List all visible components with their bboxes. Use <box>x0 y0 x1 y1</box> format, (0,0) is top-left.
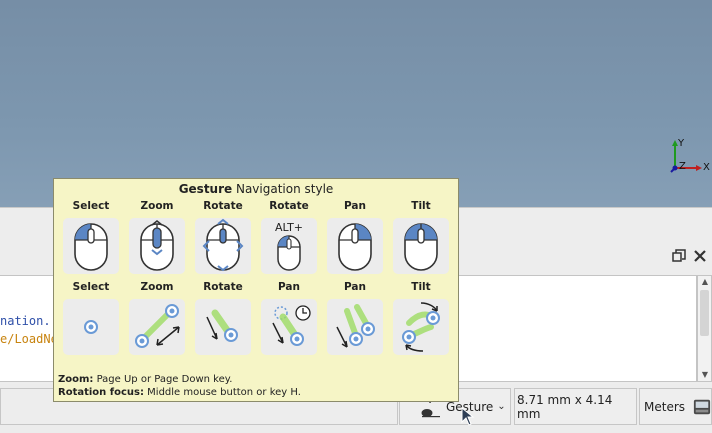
close-icon[interactable] <box>692 248 708 264</box>
mouse-label-tilt: Tilt <box>411 200 431 212</box>
mouse-wheel-scroll-icon <box>129 218 185 274</box>
mouse-cursor-icon <box>461 407 475 426</box>
zoom-help-key: Zoom: <box>58 374 94 385</box>
touch-label-select: Select <box>72 281 110 293</box>
mouse-label-zoom: Zoom <box>140 200 174 212</box>
scroll-down-icon[interactable]: ▼ <box>700 370 710 380</box>
mouse-label-rotate-alt: Rotate <box>269 200 309 212</box>
unit-schema-icon <box>693 399 711 414</box>
touch-label-pan: Pan <box>278 281 300 293</box>
dimension-readout: 8.71 mm x 4.14 mm <box>514 388 637 425</box>
tap-icon <box>63 299 119 355</box>
navigation-style-tooltip: Gesture Navigation style Select Zoom Rot… <box>53 178 459 402</box>
rotation-focus-help-text: Rotation focus: Middle mouse button or k… <box>58 387 301 398</box>
axis-cross-icon: Y Z X <box>670 138 710 173</box>
mouse-right-drag-icon <box>195 218 251 274</box>
alt-modifier-label: ALT+ <box>275 221 303 234</box>
rotation-focus-key: Rotation focus: <box>58 387 144 398</box>
touch-label-zoom: Zoom <box>140 281 174 293</box>
restore-window-icon[interactable] <box>671 248 687 264</box>
unit-label: Meters <box>644 399 686 414</box>
unit-selector[interactable]: Meters <box>639 388 712 425</box>
mouse-left-alt-icon: ALT+ <box>261 218 317 274</box>
report-line: e/LoadNe <box>0 332 58 346</box>
3d-viewport[interactable]: Y Z X <box>0 0 712 207</box>
touch-label-pan-two: Pan <box>344 281 366 293</box>
axis-y-label: Y <box>677 138 685 149</box>
hold-drag-icon <box>261 299 317 355</box>
scroll-up-icon[interactable]: ▲ <box>700 277 710 287</box>
mouse-label-pan: Pan <box>344 200 366 212</box>
mouse-label-select: Select <box>72 200 110 212</box>
drag-icon <box>195 299 251 355</box>
scrollbar-thumb[interactable] <box>700 290 709 336</box>
mouse-left-button-icon <box>63 218 119 274</box>
pinch-icon <box>129 299 185 355</box>
chevron-down-icon: ⌄ <box>497 401 506 412</box>
report-line: nation. <box>0 314 51 328</box>
dimension-value: 8.71 mm x 4.14 mm <box>517 392 613 421</box>
zoom-help-value: Page Up or Page Down key. <box>93 374 233 385</box>
zoom-help-text: Zoom: Page Up or Page Down key. <box>58 374 232 385</box>
two-finger-drag-icon <box>327 299 383 355</box>
axis-x-label: X <box>703 162 710 173</box>
mouse-right-button-icon <box>327 218 383 274</box>
touch-label-rotate: Rotate <box>203 281 243 293</box>
axis-z-label: Z <box>679 161 686 172</box>
two-finger-rotate-icon <box>393 299 449 355</box>
rotation-focus-value: Middle mouse button or key H. <box>144 387 301 398</box>
report-scrollbar[interactable]: ▲ ▼ <box>697 275 712 382</box>
mouse-left-right-buttons-icon <box>393 218 449 274</box>
tooltip-title-suffix: Navigation style <box>232 182 334 196</box>
navigation-style-name: Gesture <box>178 182 233 196</box>
touch-label-tilt: Tilt <box>411 281 431 293</box>
tooltip-title: Gesture Navigation style <box>54 182 458 196</box>
mouse-label-rotate: Rotate <box>203 200 243 212</box>
